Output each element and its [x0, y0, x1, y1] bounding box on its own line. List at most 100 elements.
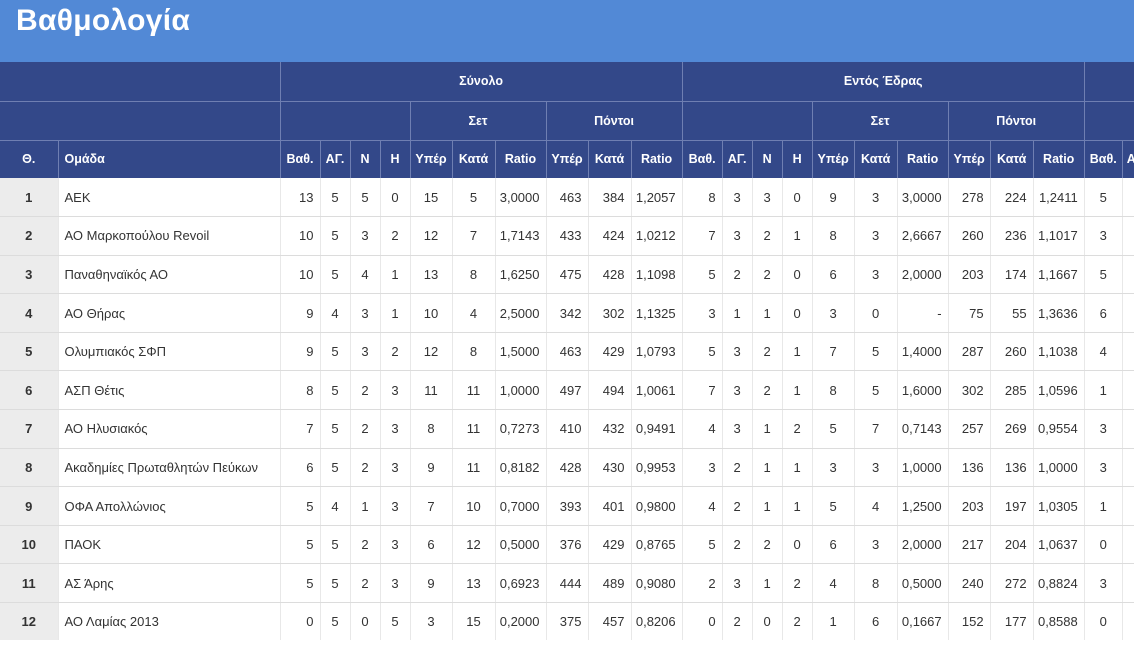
table-row[interactable]: 1 ΑΕΚ 13 5 5 0 15 5 3,0000 463 384 1,2057 8 3 3 0 9 3 3,00… — [0, 178, 1134, 218]
away-pts-cell: 5 — [1084, 178, 1123, 218]
total-pts-cell: 10 — [280, 255, 321, 295]
total-points-ratio-cell: 0,9491 — [631, 409, 683, 449]
header-group-next — [1084, 62, 1134, 102]
away-played-cell — [1122, 448, 1134, 488]
home-points-ratio-cell: 0,8588 — [1033, 602, 1085, 640]
table-row[interactable]: 10 ΠΑΟΚ 5 5 2 3 6 12 0,5000 376 429 0,8765 5 2 2 0 6 3 2,0… — [0, 525, 1134, 565]
total-sets-against-cell: 13 — [452, 563, 496, 604]
col-total-sets-for[interactable]: Υπέρ — [410, 140, 453, 178]
col-pos[interactable]: Θ. — [0, 140, 59, 178]
col-total-won[interactable]: Ν — [350, 140, 381, 178]
table-row[interactable]: 8 Ακαδημίες Πρωταθλητών Πεύκων 6 5 2 3 9 11 0,81… — [0, 448, 1134, 488]
col-total-sets-against[interactable]: Κατά — [452, 140, 496, 178]
col-home-sets-for[interactable]: Υπέρ — [812, 140, 855, 178]
col-home-points-for[interactable]: Υπέρ — [948, 140, 991, 178]
home-pts-cell: 8 — [682, 178, 723, 218]
total-pts-cell: 8 — [280, 370, 321, 411]
col-total-played[interactable]: ΑΓ. — [320, 140, 351, 178]
col-home-pts[interactable]: Βαθ. — [682, 140, 723, 178]
home-points-against-cell: 197 — [990, 486, 1034, 526]
home-sets-ratio-cell: 1,0000 — [897, 448, 949, 488]
table-row[interactable]: 3 Παναθηναϊκός ΑΟ 10 5 4 1 13 8 1,6250 475 428 1,10… — [0, 255, 1134, 295]
col-total-points-against[interactable]: Κατά — [588, 140, 632, 178]
total-sets-for-cell: 15 — [410, 178, 453, 218]
away-pts-cell: 3 — [1084, 216, 1123, 256]
position-cell: 9 — [0, 486, 59, 526]
col-total-points-ratio[interactable]: Ratio — [631, 140, 683, 178]
home-sets-against-cell: 7 — [854, 409, 898, 449]
home-points-ratio-cell: 1,0305 — [1033, 486, 1085, 526]
col-total-lost[interactable]: Η — [380, 140, 411, 178]
standings-body: 1 ΑΕΚ 13 5 5 0 15 5 3,0000 463 384 1,2057 8 3 3 0 9 3 3,00… — [0, 178, 1134, 640]
total-sets-ratio-cell: 0,5000 — [495, 525, 547, 565]
col-home-sets-ratio[interactable]: Ratio — [897, 140, 949, 178]
home-points-against-cell: 136 — [990, 448, 1034, 488]
home-sets-against-cell: 0 — [854, 293, 898, 333]
col-home-lost[interactable]: Η — [782, 140, 813, 178]
home-won-cell: 2 — [752, 370, 783, 411]
table-row[interactable]: 5 Ολυμπιακός ΣΦΠ 9 5 3 2 12 8 1,5000 463 429 1,0793… — [0, 332, 1134, 372]
col-home-points-against[interactable]: Κατά — [990, 140, 1034, 178]
col-away-played[interactable]: Α — [1122, 140, 1134, 178]
col-team[interactable]: Ομάδα — [58, 140, 281, 178]
col-total-points-for[interactable]: Υπέρ — [546, 140, 589, 178]
home-pts-cell: 2 — [682, 563, 723, 604]
team-name-cell: Ακαδημίες Πρωταθλητών Πεύκων — [58, 448, 281, 488]
total-pts-cell: 5 — [280, 525, 321, 565]
home-sets-against-cell: 8 — [854, 563, 898, 604]
table-row[interactable]: 9 ΟΦΑ Απολλώνιος 5 4 1 3 7 10 0,7000 393 401 0,9800… — [0, 486, 1134, 526]
total-sets-against-cell: 4 — [452, 293, 496, 333]
total-points-against-cell: 428 — [588, 255, 632, 295]
col-total-sets-ratio[interactable]: Ratio — [495, 140, 547, 178]
home-points-ratio-cell: 1,1038 — [1033, 332, 1085, 372]
home-lost-cell: 1 — [782, 448, 813, 488]
total-sets-ratio-cell: 1,7143 — [495, 216, 547, 256]
total-lost-cell: 2 — [380, 332, 411, 372]
team-name-cell: Παναθηναϊκός ΑΟ — [58, 255, 281, 295]
home-sets-for-cell: 7 — [812, 332, 855, 372]
home-points-ratio-cell: 1,1017 — [1033, 216, 1085, 256]
table-row[interactable]: 2 ΑΟ Μαρκοπούλου Revoil 10 5 3 2 12 7 1,7143 433 4… — [0, 216, 1134, 256]
home-pts-cell: 7 — [682, 216, 723, 256]
header-row-columns: Θ. Ομάδα Βαθ. ΑΓ. Ν Η Υπέρ Κατά Ratio Υπ… — [0, 140, 1134, 178]
table-row[interactable]: 6 ΑΣΠ Θέτις 8 5 2 3 11 11 1,0000 497 494 1,0061 7 3 2 1… — [0, 370, 1134, 411]
home-pts-cell: 5 — [682, 332, 723, 372]
standings-table-container[interactable]: Σύνολο Εντός Έδρας Σετ Πόντοι Σετ Πόντοι… — [0, 62, 1134, 640]
away-played-cell — [1122, 602, 1134, 640]
home-sets-against-cell: 5 — [854, 332, 898, 372]
col-home-won[interactable]: Ν — [752, 140, 783, 178]
total-played-cell: 5 — [320, 370, 351, 411]
home-sets-for-cell: 5 — [812, 409, 855, 449]
home-lost-cell: 2 — [782, 409, 813, 449]
home-played-cell: 3 — [722, 332, 753, 372]
home-won-cell: 1 — [752, 486, 783, 526]
total-points-against-cell: 494 — [588, 370, 632, 411]
table-row[interactable]: 7 ΑΟ Ηλυσιακός 7 5 2 3 8 11 0,7273 410 432 0,9491 4 3… — [0, 409, 1134, 449]
home-sets-against-cell: 3 — [854, 178, 898, 218]
total-points-ratio-cell: 1,0061 — [631, 370, 683, 411]
total-sets-ratio-cell: 0,7273 — [495, 409, 547, 449]
table-row[interactable]: 4 ΑΟ Θήρας 9 4 3 1 10 4 2,5000 342 302 1,1325 3 1 1 0 3 0… — [0, 293, 1134, 333]
total-pts-cell: 7 — [280, 409, 321, 449]
col-home-played[interactable]: ΑΓ. — [722, 140, 753, 178]
away-pts-cell: 5 — [1084, 255, 1123, 295]
home-sets-for-cell: 1 — [812, 602, 855, 640]
home-points-against-cell: 260 — [990, 332, 1034, 372]
col-home-sets-against[interactable]: Κατά — [854, 140, 898, 178]
total-points-for-cell: 375 — [546, 602, 589, 640]
col-home-points-ratio[interactable]: Ratio — [1033, 140, 1085, 178]
total-lost-cell: 3 — [380, 448, 411, 488]
total-points-ratio-cell: 0,9800 — [631, 486, 683, 526]
table-row[interactable]: 12 ΑΟ Λαμίας 2013 0 5 0 5 3 15 0,2000 375 457 0,820… — [0, 602, 1134, 640]
team-name-cell: ΑΟ Μαρκοπούλου Revoil — [58, 216, 281, 256]
col-away-pts[interactable]: Βαθ. — [1084, 140, 1123, 178]
total-points-ratio-cell: 1,1098 — [631, 255, 683, 295]
total-points-against-cell: 429 — [588, 332, 632, 372]
home-pts-cell: 5 — [682, 255, 723, 295]
total-won-cell: 0 — [350, 602, 381, 640]
total-pts-cell: 9 — [280, 332, 321, 372]
table-row[interactable]: 11 ΑΣ Άρης 5 5 2 3 9 13 0,6923 444 489 0,9080 2 3 1 2 4 8… — [0, 563, 1134, 604]
home-sets-for-cell: 8 — [812, 216, 855, 256]
col-total-pts[interactable]: Βαθ. — [280, 140, 321, 178]
total-lost-cell: 3 — [380, 525, 411, 565]
